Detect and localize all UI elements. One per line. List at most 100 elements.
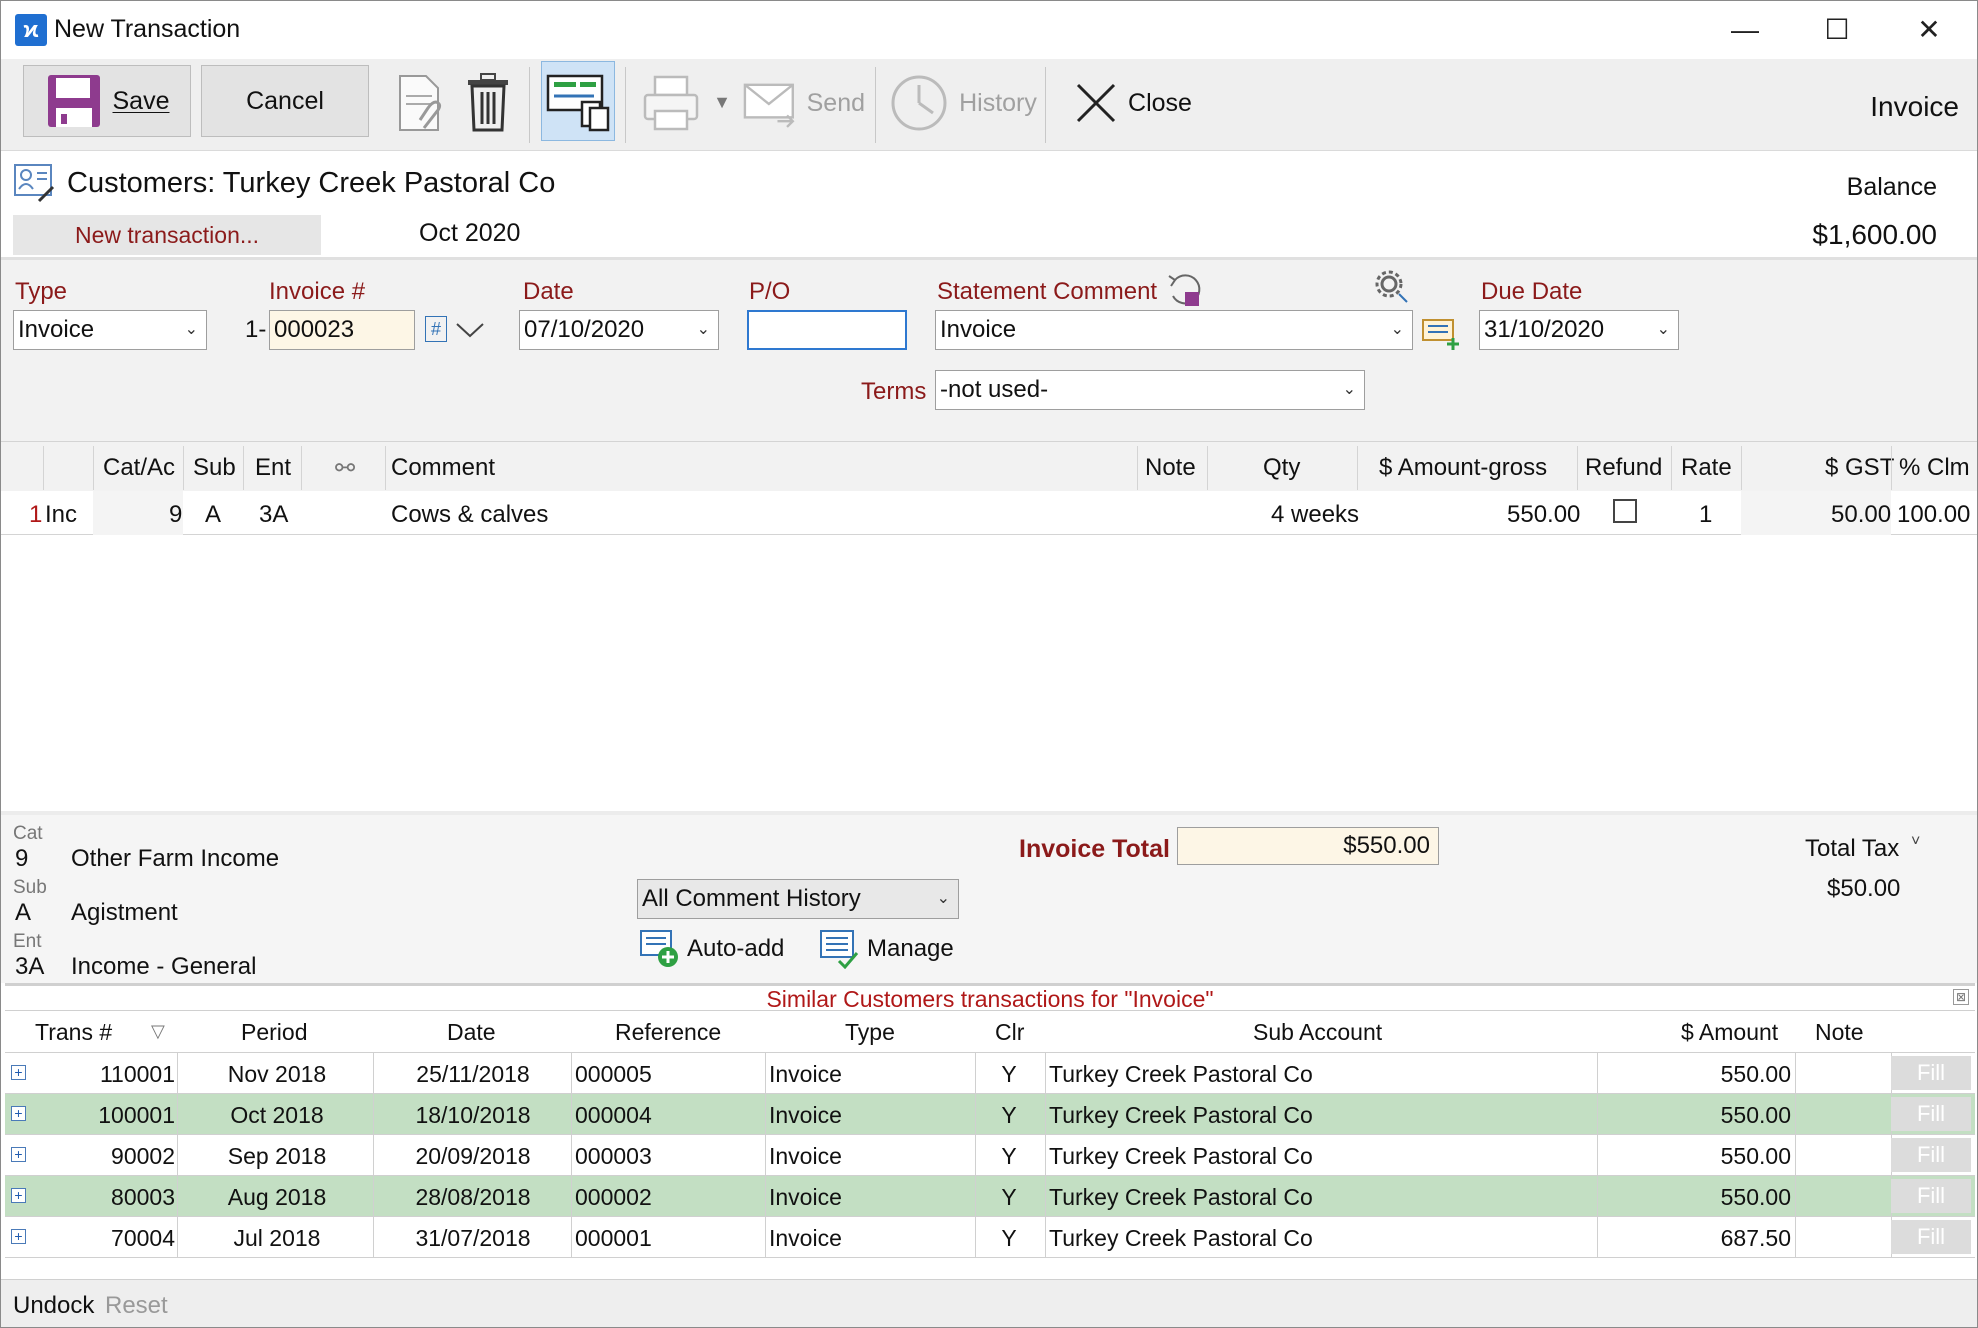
col-date[interactable]: Date (447, 1019, 496, 1046)
cell-trans: 70004 (111, 1225, 175, 1251)
link-icon[interactable]: ⚯ (335, 454, 355, 483)
chevron-down-icon: ⌄ (1390, 321, 1404, 338)
col-comment[interactable]: Comment (391, 454, 495, 482)
cell-date: 18/10/2018 (415, 1102, 531, 1128)
col-rate[interactable]: Rate (1681, 454, 1732, 482)
fill-button[interactable]: Fill (1891, 1138, 1971, 1172)
new-transaction-window: ϰ New Transaction — ☐ ✕ Save Cancel ▼ Se… (0, 0, 1978, 1328)
auto-add-button[interactable]: Auto-add (639, 929, 784, 969)
column-divider (177, 1217, 178, 1257)
auto-add-icon (640, 930, 678, 967)
col-amount[interactable]: $ Amount (1681, 1019, 1778, 1046)
send-button[interactable]: Send (743, 67, 865, 139)
col-cat-ac[interactable]: Cat/Ac (103, 454, 175, 482)
terms-select[interactable]: -not used- ⌄ (935, 370, 1365, 410)
save-button[interactable]: Save (23, 65, 191, 137)
table-row[interactable]: +110001 Nov 2018 25/11/2018 000005 Invoice Y T… (5, 1053, 1975, 1094)
expand-row-icon[interactable]: + (11, 1106, 26, 1121)
manage-button[interactable]: Manage (819, 929, 954, 969)
table-row[interactable]: +100001 Oct 2018 18/10/2018 000004 Invoice Y T… (5, 1094, 1975, 1135)
col-reference[interactable]: Reference (615, 1019, 721, 1046)
col-clm[interactable]: % Clm (1899, 454, 1970, 482)
undock-button[interactable]: Undock (13, 1292, 94, 1320)
expand-row-icon[interactable]: + (11, 1065, 26, 1080)
col-clr[interactable]: Clr (995, 1019, 1024, 1046)
cancel-button[interactable]: Cancel (201, 65, 369, 137)
line-items-empty-area[interactable] (1, 535, 1977, 811)
gear-icon[interactable] (1373, 268, 1409, 304)
sub-code: A (15, 899, 32, 926)
chevron-down-icon[interactable]: ˅ (1911, 833, 1920, 851)
row-cat[interactable]: 9 (169, 501, 182, 529)
table-row[interactable]: +80003 Aug 2018 28/08/2018 000002 Invoice Y Tu… (5, 1176, 1975, 1217)
fill-button[interactable]: Fill (1891, 1179, 1971, 1213)
terms-value: -not used- (940, 376, 1049, 403)
col-sub-account[interactable]: Sub Account (1253, 1019, 1382, 1046)
collapse-panel-icon[interactable]: ⊠ (1953, 989, 1969, 1005)
attach-document-button[interactable] (391, 67, 449, 139)
filter-icon[interactable]: ▽ (151, 1021, 165, 1042)
row-sub[interactable]: A (205, 501, 221, 529)
col-refund[interactable]: Refund (1585, 454, 1662, 482)
history-save-icon[interactable] (1167, 272, 1203, 308)
close-window-button[interactable]: ✕ (1901, 9, 1957, 51)
refund-checkbox[interactable] (1613, 499, 1637, 523)
auto-number-button[interactable]: # (425, 316, 447, 342)
manage-label: Manage (867, 935, 954, 962)
chevron-down-icon[interactable] (455, 322, 485, 338)
col-type[interactable]: Type (845, 1019, 895, 1046)
type-select[interactable]: Invoice ⌄ (13, 310, 207, 350)
col-ent[interactable]: Ent (255, 454, 291, 482)
row-amount[interactable]: 550.00 (1507, 501, 1580, 529)
col-trans[interactable]: Trans # (35, 1019, 112, 1046)
statement-comment-select[interactable]: Invoice ⌄ (935, 310, 1413, 350)
new-transaction-tab[interactable]: New transaction... (13, 215, 321, 255)
expand-row-icon[interactable]: + (11, 1147, 26, 1162)
row-qty[interactable]: 4 weeks (1271, 501, 1359, 529)
expand-row-icon[interactable]: + (11, 1188, 26, 1203)
print-button[interactable] (639, 67, 703, 139)
row-gst[interactable]: 50.00 (1831, 501, 1891, 529)
expand-row-icon[interactable]: + (11, 1229, 26, 1244)
comment-history-select[interactable]: All Comment History ⌄ (637, 879, 959, 919)
column-divider (373, 1217, 374, 1257)
table-row[interactable]: +90002 Sep 2018 20/09/2018 000003 Invoice Y Tu… (5, 1135, 1975, 1176)
col-sub[interactable]: Sub (193, 454, 236, 482)
col-note[interactable]: Note (1815, 1019, 1864, 1046)
col-period[interactable]: Period (241, 1019, 307, 1046)
copy-transaction-button[interactable] (541, 61, 615, 141)
maximize-button[interactable]: ☐ (1809, 9, 1865, 51)
po-input[interactable] (747, 310, 907, 350)
row-rate[interactable]: 1 (1699, 501, 1712, 529)
row-ent[interactable]: 3A (259, 501, 288, 529)
row-clm[interactable]: 100.00 (1897, 501, 1970, 529)
line-item-row[interactable]: 1 Inc 9 A 3A Cows & calves 4 weeks 550.0… (1, 491, 1977, 535)
add-comment-icon[interactable] (1421, 316, 1461, 350)
column-divider (975, 1053, 976, 1093)
fill-button[interactable]: Fill (1891, 1097, 1971, 1131)
history-button[interactable]: History (889, 65, 1037, 141)
cell-sub-account: Turkey Creek Pastoral Co (1049, 1061, 1313, 1087)
fill-button[interactable]: Fill (1891, 1220, 1971, 1254)
column-divider (1741, 446, 1742, 490)
date-picker[interactable]: 07/10/2020 ⌄ (519, 310, 719, 350)
toolbar: Save Cancel ▼ Send History Close Invoice (1, 59, 1977, 151)
row-comment[interactable]: Cows & calves (391, 501, 548, 529)
reset-button[interactable]: Reset (105, 1292, 168, 1320)
due-date-picker[interactable]: 31/10/2020 ⌄ (1479, 310, 1679, 350)
col-amount-gross[interactable]: $ Amount-gross (1379, 454, 1547, 482)
delete-button[interactable] (459, 67, 517, 139)
minimize-button[interactable]: — (1717, 9, 1773, 51)
envelope-icon (743, 83, 795, 128)
print-dropdown-chevron-icon[interactable]: ▼ (707, 87, 737, 117)
col-qty[interactable]: Qty (1263, 454, 1300, 482)
invoice-number-field[interactable]: 000023 (269, 310, 415, 350)
column-divider (1045, 1094, 1046, 1134)
total-tax-label[interactable]: Total Tax (1805, 835, 1899, 863)
fill-button[interactable]: Fill (1891, 1056, 1971, 1090)
col-gst[interactable]: $ GST (1825, 454, 1894, 482)
col-note[interactable]: Note (1145, 454, 1196, 482)
table-row[interactable]: +70004 Jul 2018 31/07/2018 000001 Invoice Y Tu… (5, 1217, 1975, 1258)
cell-reference: 000003 (575, 1143, 652, 1169)
close-button[interactable]: Close (1063, 67, 1203, 139)
